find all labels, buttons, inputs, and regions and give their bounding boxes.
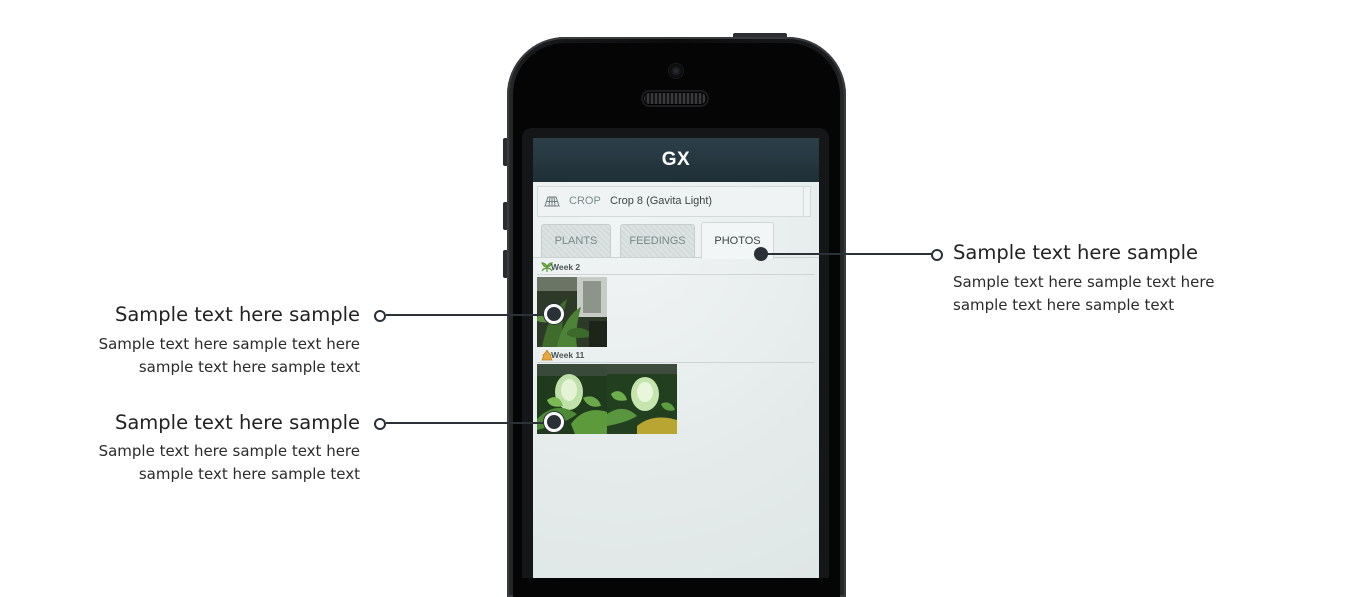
crop-label: CROP xyxy=(569,195,601,207)
earpiece-speaker xyxy=(643,92,707,105)
crop-divider xyxy=(803,187,804,216)
callout-connector xyxy=(386,422,548,424)
front-camera xyxy=(669,64,683,78)
callout-anchor-dot xyxy=(544,412,564,432)
week-label: Week 2 xyxy=(551,262,581,272)
callout-title: Sample text here sample xyxy=(114,411,360,434)
photo-thumbnail[interactable] xyxy=(607,364,677,434)
callout-anchor-dot xyxy=(544,304,564,324)
greenhouse-icon xyxy=(544,196,560,207)
callout-endpoint xyxy=(931,249,943,261)
crop-selector[interactable]: CROP Crop 8 (Gavita Light) xyxy=(537,186,811,217)
week-header: Week 11 xyxy=(537,349,815,363)
week-label: Week 11 xyxy=(551,350,585,360)
callout-endpoint xyxy=(374,310,386,322)
callout-body: Sample text here sample text here sample… xyxy=(953,273,1215,314)
crop-value: Crop 8 (Gavita Light) xyxy=(610,195,713,207)
week-header: Week 2 xyxy=(537,261,815,275)
callout-body: Sample text here sample text here sample… xyxy=(98,335,360,376)
tab-plants[interactable]: PLANTS xyxy=(541,224,611,257)
callout-body: Sample text here sample text here sample… xyxy=(98,442,360,483)
tab-feedings[interactable]: FEEDINGS xyxy=(620,224,695,257)
app-title: GX xyxy=(661,149,691,170)
callout-connector xyxy=(766,253,932,255)
callout-endpoint xyxy=(374,418,386,430)
app-screen: GX CROP Crop 8 (Gavita Light) PLANTS FEE… xyxy=(533,138,819,578)
callout-title: Sample text here sample xyxy=(114,303,360,326)
callout-connector xyxy=(386,314,548,316)
nav-bar: GX xyxy=(533,138,819,182)
tab-strip-divider xyxy=(533,257,819,258)
callout-title: Sample text here sample xyxy=(953,241,1199,264)
